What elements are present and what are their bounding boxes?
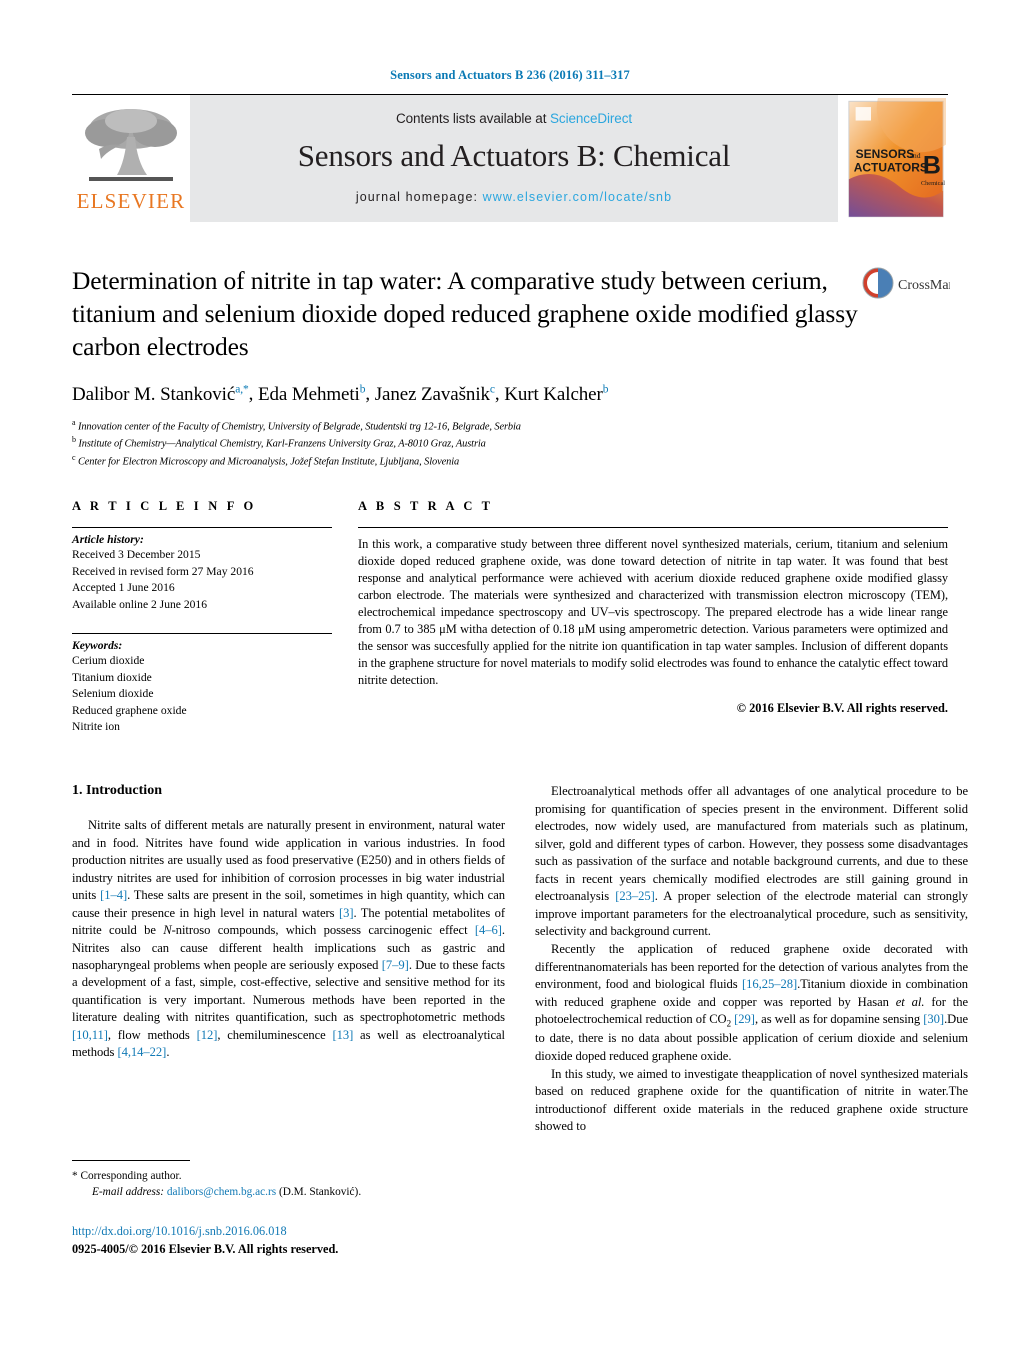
crossmark-icon (862, 267, 894, 299)
journal-title: Sensors and Actuators B: Chemical (297, 138, 731, 173)
author-separator: , (365, 383, 375, 405)
doi-link[interactable]: http://dx.doi.org/10.1016/j.snb.2016.06.… (72, 1222, 572, 1240)
author-name: Kurt Kalcher (504, 383, 603, 405)
contents-available-line: Contents lists available at ScienceDirec… (396, 111, 632, 126)
author-list: Dalibor M. Stankovića,*, Eda Mehmetib, J… (72, 383, 948, 405)
running-head: Sensors and Actuators B 236 (2016) 311–3… (390, 68, 630, 82)
info-abstract-region: A R T I C L E I N F O Article history: R… (72, 499, 948, 735)
svg-text:and: and (909, 151, 920, 160)
contents-prefix: Contents lists available at (395, 111, 551, 126)
paragraph: Recently the application of reduced grap… (535, 942, 968, 1063)
author-separator: , (494, 383, 505, 405)
affiliation-list: a Innovation center of the Faculty of Ch… (72, 417, 948, 470)
svg-text:CrossMark: CrossMark (898, 278, 950, 293)
abstract-column: A B S T R A C T In this work, a comparat… (358, 499, 948, 735)
email-label: E-mail address: (92, 1186, 165, 1199)
article-history-heading: Article history: (72, 533, 144, 547)
section-heading-introduction: 1. Introduction (72, 783, 162, 799)
keyword-item: Cerium dioxide (72, 654, 145, 668)
affiliation-item: a Innovation center of the Faculty of Ch… (72, 417, 948, 435)
issn-copyright-line: 0925-4005/© 2016 Elsevier B.V. All right… (72, 1242, 339, 1257)
affiliation-mark: b (72, 435, 76, 445)
title-block: CrossMark Determination of nitrite in ta… (72, 264, 960, 470)
affiliation-mark: a (72, 417, 76, 427)
page-footer: http://dx.doi.org/10.1016/j.snb.2016.06.… (72, 1222, 572, 1259)
author-name: Janez Zavašnik (374, 383, 490, 405)
keyword-item: Reduced graphene oxide (72, 703, 187, 717)
article-history-item: Received in revised form 27 May 2016 (72, 564, 254, 578)
svg-text:B: B (923, 151, 941, 179)
body-column-right: Electroanalytical methods offer all adva… (535, 783, 968, 1136)
elsevier-logo: ELSEVIER (72, 95, 190, 222)
author-entry: Janez Zavašnikc (374, 383, 495, 405)
email-link[interactable]: dalibors@chem.bg.ac.rs (167, 1186, 276, 1198)
svg-text:ACTUATORS: ACTUATORS (854, 160, 928, 174)
svg-text:Chemical: Chemical (921, 179, 945, 186)
article-history-item: Available online 2 June 2016 (72, 597, 208, 611)
corresponding-author-text: Corresponding author. (80, 1170, 182, 1182)
corresponding-author-line: * Corresponding author. (72, 1168, 505, 1184)
keywords-group: Keywords: Cerium dioxide Titanium dioxid… (72, 628, 332, 735)
body-column-left: 1. Introduction Nitrite salts of differe… (72, 783, 505, 1136)
keywords-rule (72, 633, 332, 635)
paragraph: Nitrite salts of different metals are na… (72, 818, 506, 1060)
journal-masthead: ELSEVIER Contents lists available at Sci… (72, 94, 948, 222)
crossmark-badge[interactable]: CrossMark (862, 264, 960, 309)
author-entry: Dalibor M. Stankovića,* (72, 383, 249, 405)
corresponding-author-footnote: * Corresponding author. E-mail address: … (72, 1160, 505, 1201)
paragraph: In this study, we aimed to investigate t… (535, 1067, 968, 1134)
journal-homepage-link[interactable]: www.elsevier.com/locate/snb (483, 190, 673, 204)
affiliation-text: Center for Electron Microscopy and Micro… (77, 456, 460, 468)
author-affiliation-mark[interactable]: a,* (235, 383, 249, 395)
affiliation-text: Institute of Chemistry—Analytical Chemis… (78, 438, 486, 450)
keywords-heading: Keywords: (72, 639, 123, 653)
email-line: E-mail address: dalibors@chem.bg.ac.rs (… (72, 1184, 505, 1200)
author-entry: Kurt Kalcherb (504, 383, 609, 405)
author-name: Eda Mehmeti (257, 383, 360, 405)
footnote-rule (72, 1160, 190, 1161)
elsevier-wordmark: ELSEVIER (76, 189, 186, 213)
article-history-item: Accepted 1 June 2016 (72, 581, 175, 595)
article-info-column: A R T I C L E I N F O Article history: R… (72, 499, 332, 735)
article-info-heading: A R T I C L E I N F O (72, 499, 257, 514)
email-owner: (D.M. Stanković). (278, 1186, 362, 1199)
abstract-heading: A B S T R A C T (358, 499, 494, 514)
author-affiliation-mark[interactable]: b (603, 383, 609, 395)
author-entry: Eda Mehmetib (257, 383, 366, 405)
masthead-center: Contents lists available at ScienceDirec… (190, 95, 838, 222)
author-name: Dalibor M. Stanković (72, 383, 236, 405)
corresponding-marker: * (72, 1170, 78, 1182)
affiliation-mark: c (72, 452, 76, 462)
keyword-item: Selenium dioxide (72, 687, 154, 701)
abstract-copyright: © 2016 Elsevier B.V. All rights reserved… (736, 700, 948, 715)
affiliation-text: Innovation center of the Faculty of Chem… (77, 421, 521, 433)
affiliation-item: c Center for Electron Microscopy and Mic… (72, 452, 948, 470)
journal-cover-thumbnail: SENSORS and ACTUATORS B Chemical (844, 95, 948, 222)
sciencedirect-link[interactable]: ScienceDirect (550, 111, 632, 126)
keyword-item: Titanium dioxide (72, 670, 152, 684)
elsevier-tree-icon (79, 103, 183, 189)
article-history-item: Received 3 December 2015 (72, 548, 201, 562)
homepage-prefix: journal homepage: (355, 190, 483, 204)
svg-text:SENSORS: SENSORS (856, 147, 915, 161)
article-history-group: Article history: Received 3 December 201… (72, 528, 332, 613)
abstract-text: In this work, a comparative study betwee… (358, 537, 948, 687)
keyword-item: Nitrite ion (72, 720, 120, 734)
affiliation-item: b Institute of Chemistry—Analytical Chem… (72, 434, 948, 452)
paragraph: Electroanalytical methods offer all adva… (535, 784, 968, 938)
author-separator: , (248, 383, 258, 405)
page-title: Determination of nitrite in tap water: A… (72, 266, 858, 362)
journal-homepage-line: journal homepage: www.elsevier.com/locat… (356, 190, 672, 204)
journal-article-page: Sensors and Actuators B 236 (2016) 311–3… (0, 0, 1020, 1351)
article-body: 1. Introduction Nitrite salts of differe… (72, 783, 968, 1136)
